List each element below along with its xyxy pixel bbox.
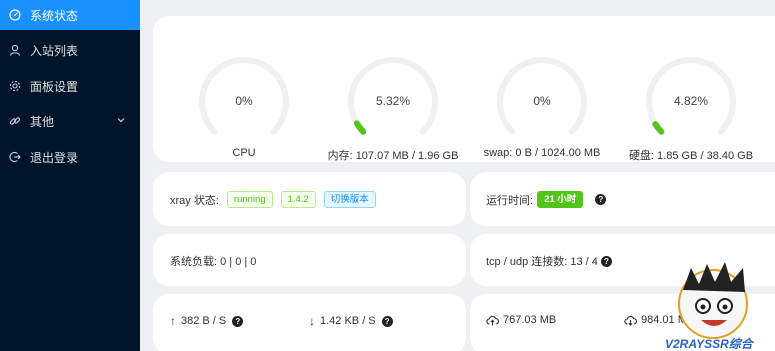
memory-gauge: 5.32% <box>345 54 441 150</box>
sidebar-item-logout[interactable]: 退出登录 <box>0 142 140 172</box>
watermark-logo: V2RAYSSR综合 <box>665 262 755 351</box>
total-upload: 767.03 MB <box>503 314 557 326</box>
connections-text: tcp / udp 连接数: 13 / 4 <box>486 256 598 268</box>
disk-percent: 4.82% <box>673 94 709 108</box>
sidebar-item-label: 面板设置 <box>30 79 79 94</box>
sidebar-item-label: 其他 <box>30 114 55 129</box>
sidebar-item-other[interactable]: 其他 <box>0 106 140 136</box>
cpu-percent: 0% <box>235 94 253 108</box>
question-icon[interactable]: ? <box>595 194 607 205</box>
svg-text:V2RAYSSR综合: V2RAYSSR综合 <box>665 337 755 351</box>
download-speed: 1.42 KB / S <box>320 315 376 327</box>
uptime-label: 运行时间: <box>486 194 534 207</box>
sidebar: 系统状态 入站列表 面板设置 其他 退出登录 <box>0 0 140 351</box>
logout-icon <box>9 151 21 163</box>
dashboard-icon <box>9 9 21 21</box>
cloud-download-icon <box>624 315 637 326</box>
cloud-upload-icon <box>486 315 499 326</box>
sidebar-item-system-status[interactable]: 系统状态 <box>0 0 140 30</box>
sidebar-item-label: 入站列表 <box>30 43 79 58</box>
disk-gauge: 4.82% <box>643 54 739 150</box>
swap-label: swap: 0 B / 1024.00 MB <box>483 147 601 159</box>
uptime-badge: 21 小时 <box>537 191 584 208</box>
sidebar-item-panel-settings[interactable]: 面板设置 <box>0 71 140 101</box>
network-speed-card: ↑ 382 B / S ? ↓ 1.42 KB / S ? <box>153 294 466 351</box>
swap-gauge: 0% <box>494 54 590 150</box>
sidebar-item-inbound-list[interactable]: 入站列表 <box>0 35 140 65</box>
question-icon[interactable]: ? <box>232 315 244 327</box>
sidebar-item-label: 退出登录 <box>30 150 79 165</box>
disk-label: 硬盘: 1.85 GB / 38.40 GB <box>628 150 754 162</box>
arrow-up-icon: ↑ <box>170 314 176 328</box>
system-load-card: 系统负载: 0 | 0 | 0 <box>153 234 466 286</box>
switch-version-button[interactable]: 切换版本 <box>323 191 376 208</box>
question-icon[interactable]: ? <box>600 255 612 267</box>
user-icon <box>9 44 21 56</box>
uptime-card: 运行时间: 21 小时 ? <box>470 172 775 226</box>
upload-speed: 382 B / S <box>181 315 227 327</box>
link-icon <box>9 115 21 127</box>
sidebar-item-label: 系统状态 <box>30 8 79 23</box>
arrow-down-icon: ↓ <box>309 314 315 328</box>
cpu-label: CPU <box>232 147 256 159</box>
xray-running-badge: running <box>226 191 273 208</box>
question-icon[interactable]: ? <box>381 315 393 327</box>
cpu-gauge: 0% <box>196 54 292 150</box>
xray-version-badge: 1.4.2 <box>280 191 316 208</box>
gear-icon <box>9 80 21 92</box>
swap-percent: 0% <box>533 94 551 108</box>
xray-status-label: xray 状态: <box>170 194 219 207</box>
chevron-down-icon <box>117 118 125 123</box>
resource-gauges-card: 0% CPU 5.32% 内存: 107.07 MB / 1.96 GB 0% … <box>153 16 775 162</box>
memory-percent: 5.32% <box>375 94 411 108</box>
memory-label: 内存: 107.07 MB / 1.96 GB <box>327 150 459 162</box>
system-load-text: 系统负载: 0 | 0 | 0 <box>170 256 257 268</box>
xray-status-card: xray 状态: running 1.4.2 切换版本 <box>153 172 466 226</box>
